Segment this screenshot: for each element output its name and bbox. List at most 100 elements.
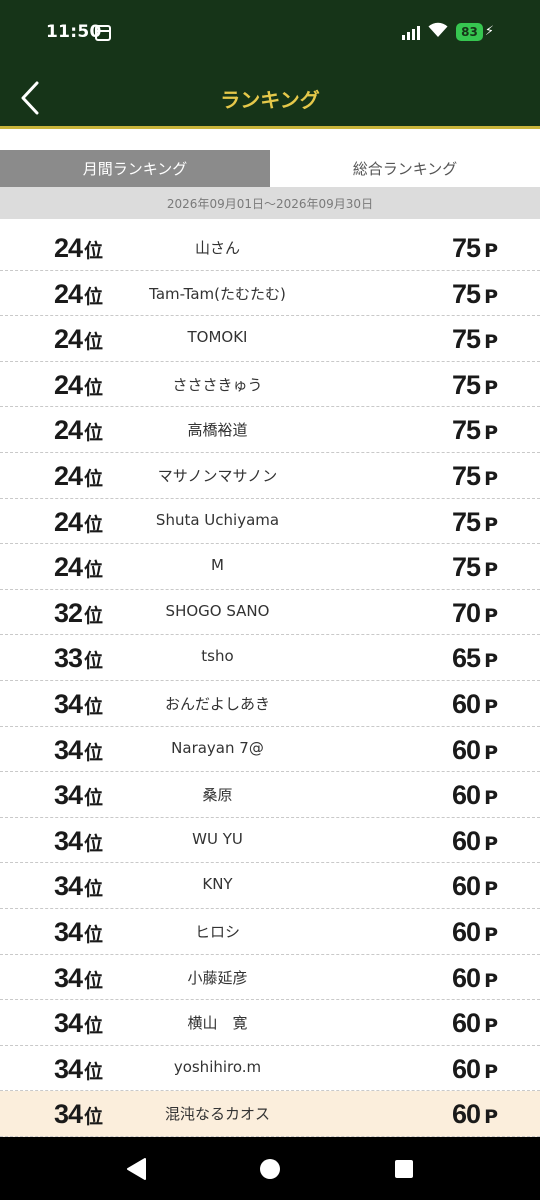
ranking-row[interactable]: 34 位 ヒロシ 60 P bbox=[0, 909, 540, 955]
rank-number: 34 bbox=[54, 734, 83, 765]
rank-unit: 位 bbox=[84, 787, 104, 810]
rank-number: 34 bbox=[54, 780, 83, 811]
rank-number: 34 bbox=[54, 1099, 83, 1130]
date-range: 2026年09月01日～2026年09月30日 bbox=[0, 187, 540, 219]
points-unit: P bbox=[484, 1015, 498, 1038]
ranking-row[interactable]: 24 位 M 75 P bbox=[0, 544, 540, 590]
player-name: Shuta Uchiyama bbox=[155, 510, 280, 529]
ranking-row[interactable]: 34 位 KNY 60 P bbox=[0, 863, 540, 909]
tab-monthly-ranking[interactable]: 月間ランキング bbox=[0, 150, 270, 187]
points: 65 P bbox=[452, 643, 498, 674]
ranking-list[interactable]: 24 位山さん 75 P 24 位 Tam-Tam(たむたむ) 75 P 24 位 TOMOKI 75 P… bbox=[0, 225, 540, 1137]
rank-number: 34 bbox=[54, 962, 83, 993]
points: 60 P bbox=[452, 826, 498, 857]
ranking-row[interactable]: 24 位 TOMOKI 75 P bbox=[0, 316, 540, 362]
rank: 24 位 bbox=[54, 279, 103, 310]
ranking-tabs: 月間ランキング 総合ランキング bbox=[0, 150, 540, 187]
points: 75 P bbox=[452, 415, 498, 446]
points-number: 60 bbox=[452, 780, 481, 811]
ranking-row[interactable]: 24 位 さささきゅう 75 P bbox=[0, 362, 540, 408]
points-unit: P bbox=[484, 650, 498, 673]
points-number: 75 bbox=[452, 233, 481, 263]
page-title: ランキング bbox=[220, 88, 320, 112]
ranking-row[interactable]: 34 位 小藤延彦 60 P bbox=[0, 955, 540, 1001]
rank-number: 34 bbox=[54, 871, 83, 902]
points-unit: P bbox=[484, 331, 498, 354]
rank-unit: 位 bbox=[84, 604, 104, 627]
points: 75 P bbox=[452, 552, 498, 583]
rank: 34 位 bbox=[54, 689, 103, 720]
ranking-row[interactable]: 34 位 横山 寛 60 P bbox=[0, 1000, 540, 1046]
points: 60 P bbox=[452, 1054, 498, 1085]
signal-icon bbox=[402, 24, 421, 40]
ranking-row[interactable]: 33 位 tsho 65 P bbox=[0, 635, 540, 681]
points-number: 75 bbox=[452, 552, 481, 583]
rank-number: 34 bbox=[54, 688, 83, 719]
points: 75 P bbox=[452, 507, 498, 538]
rank: 34 位 bbox=[54, 1099, 103, 1130]
points-unit: P bbox=[484, 513, 498, 536]
points-number: 75 bbox=[452, 506, 481, 537]
points-number: 75 bbox=[452, 324, 481, 355]
ranking-row[interactable]: 34 位 WU YU 60 P bbox=[0, 818, 540, 864]
player-name: マサノンマサノン bbox=[157, 466, 278, 485]
nav-recents-button[interactable] bbox=[390, 1155, 418, 1183]
rank-number: 24 bbox=[54, 233, 83, 263]
ranking-row[interactable]: 24 位 高橋裕道 75 P bbox=[0, 407, 540, 453]
rank: 33 位 bbox=[54, 643, 103, 674]
status-bar: 11:50 83 ⚡ bbox=[0, 0, 540, 66]
nav-back-button[interactable] bbox=[122, 1155, 150, 1183]
rank: 24 位 bbox=[54, 461, 103, 492]
points-unit: P bbox=[484, 741, 498, 764]
player-name: 山さん bbox=[194, 239, 240, 257]
points-unit: P bbox=[484, 422, 498, 445]
tab-overall-ranking[interactable]: 総合ランキング bbox=[270, 150, 540, 187]
player-name: TOMOKI bbox=[187, 328, 248, 347]
rank-unit: 位 bbox=[84, 832, 104, 855]
charging-icon: ⚡ bbox=[484, 24, 494, 39]
ranking-row[interactable]: 32 位 SHOGO SANO 70 P bbox=[0, 590, 540, 636]
player-name: 桑原 bbox=[202, 786, 233, 805]
ranking-row[interactable]: 34 位 桑原 60 P bbox=[0, 772, 540, 818]
rank-unit: 位 bbox=[84, 422, 104, 445]
points-number: 65 bbox=[452, 643, 481, 674]
rank: 32 位 bbox=[54, 598, 103, 629]
rank: 24 位 bbox=[54, 507, 103, 538]
rank-unit: 位 bbox=[84, 376, 104, 399]
ranking-row[interactable]: 24 位 Shuta Uchiyama 75 P bbox=[0, 499, 540, 545]
points-unit: P bbox=[484, 376, 498, 399]
navigation-bar bbox=[0, 1137, 540, 1200]
player-name: SHOGO SANO bbox=[165, 601, 270, 620]
status-indicators: 83 ⚡ bbox=[402, 22, 494, 41]
points-number: 60 bbox=[452, 688, 481, 719]
points-unit: P bbox=[484, 1060, 498, 1083]
player-name: M bbox=[211, 556, 224, 575]
ranking-row[interactable]: 24 位 マサノンマサノン 75 P bbox=[0, 453, 540, 499]
rank: 24 位 bbox=[54, 370, 103, 401]
rank: 34 位 bbox=[54, 780, 103, 811]
rank-number: 34 bbox=[54, 1053, 83, 1084]
circle-home-icon bbox=[260, 1159, 280, 1179]
triangle-back-icon bbox=[127, 1158, 146, 1180]
player-name: Narayan 7@ bbox=[171, 738, 264, 757]
rank-unit: 位 bbox=[84, 878, 104, 901]
ranking-row[interactable]: 34 位 混沌なるカオス 60 P bbox=[0, 1091, 540, 1137]
rank-unit: 位 bbox=[84, 1106, 104, 1129]
ranking-row[interactable]: 24 位 山さん 75 P bbox=[0, 225, 540, 271]
rank: 34 位 bbox=[54, 917, 103, 948]
player-name: Tam-Tam(たむたむ) bbox=[149, 284, 286, 303]
rank-number: 24 bbox=[54, 460, 83, 491]
ranking-row[interactable]: 34 位 yoshihiro.m 60 P bbox=[0, 1046, 540, 1092]
rank-unit: 位 bbox=[84, 513, 104, 536]
rank: 24 位 bbox=[54, 233, 103, 264]
player-name: さささきゅう bbox=[172, 375, 263, 394]
points-number: 75 bbox=[452, 369, 481, 400]
player-name: 小藤延彦 bbox=[187, 968, 248, 987]
rank-number: 33 bbox=[54, 643, 83, 674]
points-unit: P bbox=[484, 285, 498, 308]
nav-home-button[interactable] bbox=[256, 1155, 284, 1183]
ranking-row[interactable]: 34 位 Narayan 7@ 60 P bbox=[0, 727, 540, 773]
ranking-row[interactable]: 34 位 おんだよしあき 60 P bbox=[0, 681, 540, 727]
ranking-row[interactable]: 24 位 Tam-Tam(たむたむ) 75 P bbox=[0, 271, 540, 317]
player-name: 高橋裕道 bbox=[187, 421, 248, 440]
